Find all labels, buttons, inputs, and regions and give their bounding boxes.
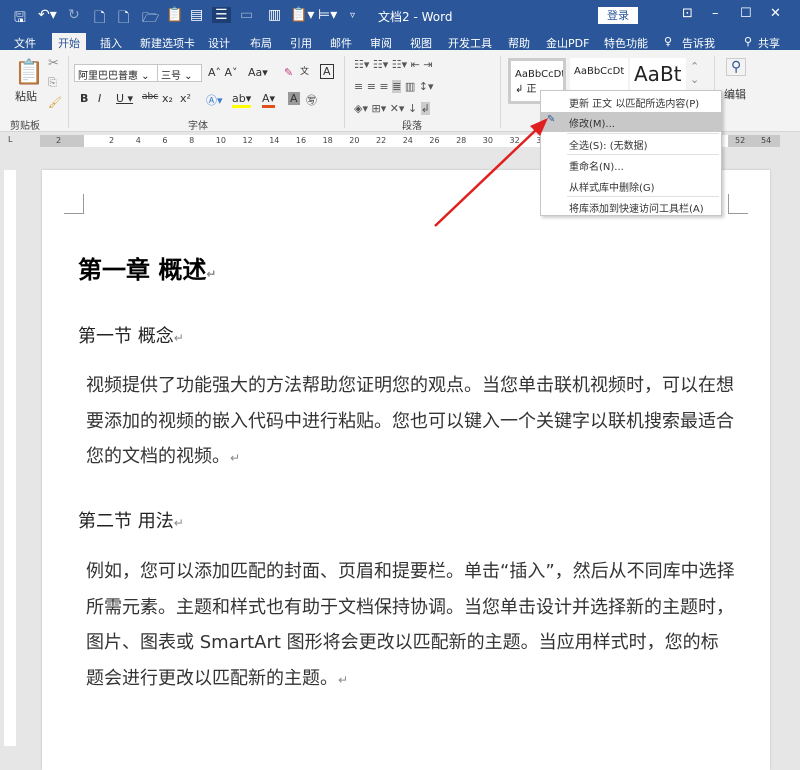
annotation-arrow	[0, 0, 800, 746]
